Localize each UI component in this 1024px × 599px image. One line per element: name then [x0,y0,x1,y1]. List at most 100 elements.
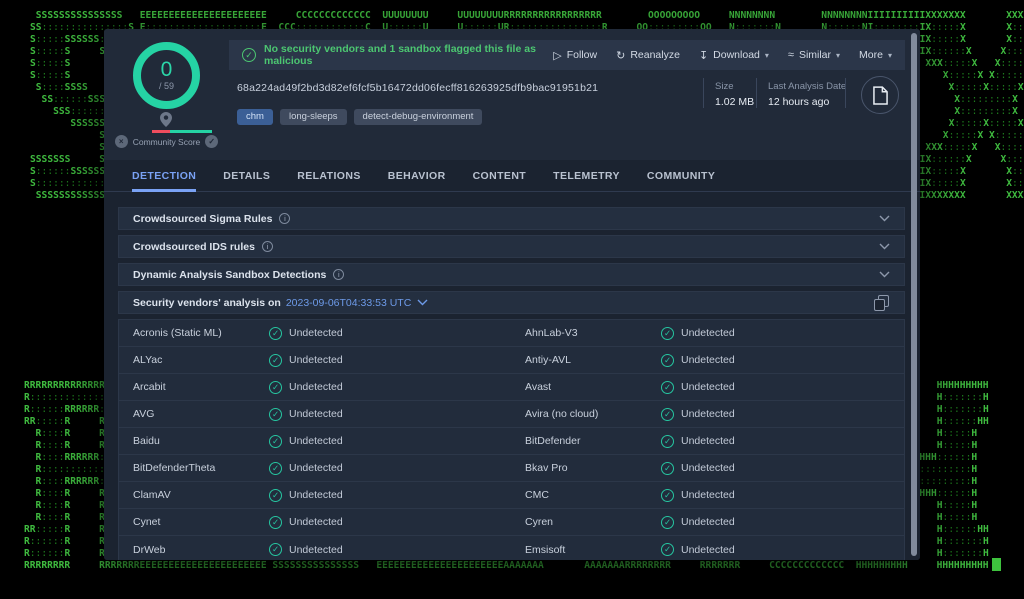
similar-icon: ≈ [788,49,794,61]
status-label: Undetected [681,327,735,339]
status-undetected: ✓Undetected [661,408,904,421]
vendor-name[interactable]: Cyren [525,516,661,528]
check-circle-icon: ✓ [269,516,282,529]
check-circle-icon: ✓ [269,543,282,556]
vendor-name[interactable]: Avira (no cloud) [525,408,661,420]
tab-relations[interactable]: RELATIONS [297,160,361,192]
check-circle-icon: ✓ [661,327,674,340]
score-value: 0 [161,60,173,80]
status-undetected: ✓Undetected [661,489,904,502]
chevron-down-icon[interactable] [417,299,428,306]
follow-icon: ▷ [553,49,561,62]
table-row: Acronis (Static ML)✓UndetectedAhnLab-V3✓… [119,320,904,347]
action-label: More [859,49,883,61]
check-circle-icon: ✓ [661,354,674,367]
similar-button[interactable]: ≈Similar▾ [788,49,840,61]
verdict-text: No security vendors and 1 sandbox flagge… [264,43,553,67]
document-icon [873,86,888,105]
table-row: Baidu✓UndetectedBitDefender✓Undetected [119,428,904,455]
vendor-name[interactable]: Arcabit [119,381,269,393]
download-button[interactable]: ↧Download▾ [699,49,769,62]
check-circle-icon: ✓ [661,543,674,556]
vendor-name[interactable]: Emsisoft [525,544,661,556]
tag-chm[interactable]: chm [237,109,273,125]
status-label: Undetected [289,516,343,528]
status-label: Undetected [681,408,735,420]
upvote-icon[interactable]: ✓ [205,135,218,148]
status-label: Undetected [681,544,735,556]
check-circle-icon: ✓ [269,489,282,502]
table-row: ALYac✓UndetectedAntiy-AVL✓Undetected [119,347,904,374]
detection-score-donut: 0 / 59 [133,42,200,109]
check-circle-icon: ✓ [661,435,674,448]
vendor-name[interactable]: CMC [525,489,661,501]
section-title: Crowdsourced IDS rules [133,241,255,253]
detection-content: Crowdsourced Sigma Rulesi Crowdsourced ID… [104,192,920,560]
tag-detect-debug-environment[interactable]: detect-debug-environment [354,109,483,125]
status-undetected: ✓Undetected [269,489,525,502]
size-label: Size [715,81,733,92]
status-label: Undetected [289,327,343,339]
vendor-name[interactable]: Avast [525,381,661,393]
tab-detection[interactable]: DETECTION [132,160,196,192]
caret-down-icon: ▾ [765,51,769,60]
vendor-name[interactable]: DrWeb [119,544,269,556]
tab-telemetry[interactable]: TELEMETRY [553,160,620,192]
virustotal-report-window: 0 / 59 × Community Score ✓ ✓ No securit [104,29,920,560]
vendor-name[interactable]: ALYac [119,354,269,366]
file-type-badge [861,76,899,114]
status-undetected: ✓Undetected [661,462,904,475]
vendor-name[interactable]: ClamAV [119,489,269,501]
reanalyze-button[interactable]: ↻Reanalyze [616,49,680,62]
check-circle-icon: ✓ [269,381,282,394]
analysis-date-link[interactable]: 2023-09-06T04:33:53 UTC [286,297,412,309]
tab-content[interactable]: CONTENT [473,160,527,192]
tab-details[interactable]: DETAILS [223,160,270,192]
table-row: DrWeb✓UndetectedEmsisoft✓Undetected [119,536,904,560]
vendor-name[interactable]: Acronis (Static ML) [119,327,269,339]
copy-icon[interactable] [874,295,890,311]
vendor-name[interactable]: AVG [119,408,269,420]
divider [756,78,757,108]
tab-bar: DETECTION DETAILS RELATIONS BEHAVIOR CONTENT… [104,160,920,192]
community-score-label: Community Score [133,137,201,147]
check-circle-icon: ✓ [661,462,674,475]
vendor-name[interactable]: Bkav Pro [525,462,661,474]
collapsible-sections: Crowdsourced Sigma Rulesi Crowdsourced ID… [104,192,920,286]
tab-behavior[interactable]: BEHAVIOR [388,160,446,192]
status-label: Undetected [289,354,343,366]
vendor-name[interactable]: Cynet [119,516,269,528]
status-label: Undetected [289,381,343,393]
security-vendors-analysis-header[interactable]: Security vendors' analysis on 2023-09-06… [118,291,905,314]
vendor-name[interactable]: Antiy-AVL [525,354,661,366]
check-circle-icon: ✓ [242,48,256,62]
vendor-name[interactable]: Baidu [119,435,269,447]
section-crowdsourced-ids-rules[interactable]: Crowdsourced IDS rulesi [118,235,905,258]
tag-list: chm long-sleeps detect-debug-environment [237,109,482,125]
section-crowdsourced-sigma-rules[interactable]: Crowdsourced Sigma Rulesi [118,207,905,230]
analysis-title: Security vendors' analysis on [133,297,281,309]
action-label: Similar [799,49,831,61]
vendor-name[interactable]: BitDefender [525,435,661,447]
downvote-icon[interactable]: × [115,135,128,148]
tab-community[interactable]: COMMUNITY [647,160,715,192]
follow-button[interactable]: ▷ Follow [553,49,597,62]
action-label: Follow [567,49,597,61]
vendor-results-table: Acronis (Static ML)✓UndetectedAhnLab-V3✓… [118,319,905,560]
info-icon: i [333,269,344,280]
file-hash[interactable]: 68a224ad49f2bd3d82ef6fcf5b16472dd06fecff… [237,82,598,94]
community-score-row: × Community Score ✓ [104,135,229,148]
chevron-down-icon [879,243,890,250]
more-button[interactable]: More▾ [859,49,892,61]
status-label: Undetected [681,354,735,366]
status-undetected: ✓ Undetected [269,543,525,556]
vendor-name[interactable]: AhnLab-V3 [525,327,661,339]
status-label: Undetected [681,435,735,447]
check-circle-icon: ✓ [661,381,674,394]
vendor-name[interactable]: BitDefenderTheta [119,462,269,474]
tag-long-sleeps[interactable]: long-sleeps [280,109,347,125]
section-dynamic-analysis-sandbox-detections[interactable]: Dynamic Analysis Sandbox Detectionsi [118,263,905,286]
status-label: Undetected [289,544,343,556]
modal-scrollbar[interactable] [911,33,917,556]
community-score-bar [152,130,212,133]
